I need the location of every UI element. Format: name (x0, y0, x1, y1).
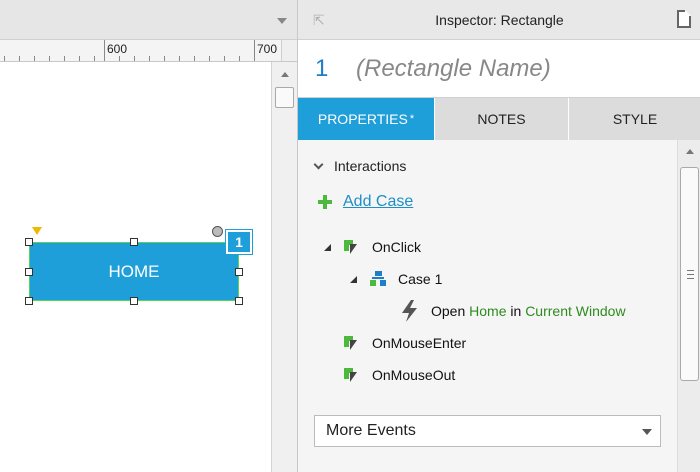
ruler-label-600: 600 (107, 42, 128, 56)
add-case-link[interactable]: Add Case (318, 193, 413, 211)
properties-scroll-thumb[interactable] (680, 167, 699, 381)
anchor-triangle-icon[interactable] (32, 227, 42, 235)
tab-notes-label: NOTES (477, 111, 526, 127)
tree-expander-icon[interactable] (350, 275, 357, 283)
more-events-label: More Events (326, 422, 416, 439)
ruler-tick (149, 56, 150, 61)
inspector-title: Inspector: Rectangle (435, 12, 564, 28)
footnote-badge[interactable]: 1 (226, 230, 252, 254)
event-interaction-icon (344, 335, 358, 351)
properties-content: Interactions Add Case OnClick Case 1 Ope… (298, 140, 700, 472)
canvas-scroll-thumb[interactable] (275, 87, 294, 108)
more-events-select[interactable]: More Events (314, 415, 661, 447)
ruler-tick (4, 56, 5, 61)
ruler-tick (79, 56, 80, 61)
ruler-tick (194, 56, 195, 61)
ruler-tick (119, 56, 120, 61)
action-target: Home (469, 303, 507, 319)
inspector-tabs: PROPERTIES * NOTES STYLE (298, 98, 700, 140)
canvas-menu-dropdown-arrow-icon[interactable] (277, 18, 287, 24)
add-case-label: Add Case (343, 193, 414, 210)
ruler-tick (34, 56, 35, 61)
ruler-tick (164, 56, 165, 61)
chevron-down-icon (313, 159, 324, 169)
ruler-tick (134, 56, 135, 61)
ruler-tick (209, 56, 210, 61)
ruler-tick-major (104, 40, 105, 61)
ruler-tick (94, 56, 95, 61)
resize-handle-top[interactable] (130, 238, 138, 246)
ruler-tick (239, 56, 240, 61)
action-verb: Open (431, 303, 466, 319)
tab-style-label: STYLE (612, 111, 658, 127)
ruler-label-700: 700 (257, 42, 278, 56)
resize-handle-bottom-left[interactable] (25, 297, 33, 305)
case-label: Case 1 (398, 271, 443, 287)
tab-style[interactable]: STYLE (569, 98, 700, 140)
event-interaction-icon (344, 239, 358, 255)
resize-handle-right[interactable] (235, 268, 243, 276)
resize-handle-bottom[interactable] (130, 297, 138, 305)
case-icon (370, 271, 386, 287)
event-onmouseenter[interactable]: OnMouseEnter (344, 335, 466, 351)
home-rectangle-widget[interactable]: HOME (29, 242, 239, 301)
ruler-tick (64, 56, 65, 61)
scroll-up-arrow-icon[interactable] (686, 149, 694, 154)
horizontal-ruler: 600 700 (0, 40, 297, 62)
event-interaction-icon (344, 367, 358, 383)
resize-handle-top-left[interactable] (25, 238, 33, 246)
inspector-panel: Inspector: Rectangle ⇱ 1 PROPERTIES* NOT… (297, 0, 700, 472)
widget-name-input[interactable] (356, 54, 686, 84)
page-icon[interactable] (677, 10, 691, 28)
action-open-link[interactable]: Open Home in Current Window (401, 300, 626, 322)
chevron-down-icon (642, 429, 652, 435)
event-label: OnClick (372, 239, 422, 255)
case-1[interactable]: Case 1 (350, 271, 442, 287)
resize-handle-bottom-right[interactable] (235, 297, 243, 305)
ruler-tick (49, 56, 50, 61)
scroll-grip-icon (687, 270, 694, 279)
ruler-tick (19, 56, 20, 61)
interactions-label: Interactions (334, 158, 407, 174)
canvas-vertical-scrollbar[interactable] (271, 62, 297, 472)
plus-icon (318, 195, 332, 209)
scroll-up-arrow-icon[interactable] (281, 72, 289, 77)
rotation-handle[interactable] (212, 226, 223, 237)
action-preposition: in (510, 303, 522, 319)
unsaved-marker: * (409, 113, 415, 125)
tree-expander-icon[interactable] (324, 243, 331, 251)
canvas-pane: 600 700 HOME 1 (0, 0, 297, 472)
back-arrow-icon[interactable]: ⇱ (313, 12, 325, 29)
ruler-corner (281, 40, 297, 61)
ruler-tick (224, 56, 225, 61)
interactions-section-header[interactable]: Interactions (313, 158, 407, 174)
ruler-tick (179, 56, 180, 61)
event-onclick[interactable]: OnClick (324, 239, 421, 255)
tab-properties[interactable]: PROPERTIES * (298, 98, 435, 140)
event-label: OnMouseEnter (372, 335, 467, 351)
canvas-toolbar (0, 0, 297, 40)
tab-properties-label: PROPERTIES (317, 111, 408, 127)
inspector-header: Inspector: Rectangle ⇱ (298, 0, 700, 40)
event-onmouseout[interactable]: OnMouseOut (344, 367, 455, 383)
tab-notes[interactable]: NOTES (435, 98, 569, 140)
properties-vertical-scrollbar[interactable] (677, 140, 700, 472)
lightning-bolt-icon (402, 300, 417, 322)
ruler-tick-major (254, 40, 255, 61)
resize-handle-left[interactable] (25, 268, 33, 276)
widget-number: 1 (315, 55, 329, 82)
action-location: Current Window (525, 303, 626, 319)
widget-name-row: 1 (298, 40, 700, 98)
event-label: OnMouseOut (372, 367, 456, 383)
